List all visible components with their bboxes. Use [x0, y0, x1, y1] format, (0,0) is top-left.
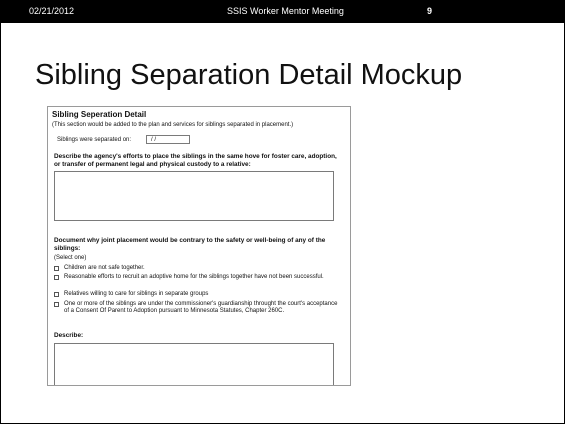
checkbox[interactable]	[54, 302, 59, 307]
form-note: (This section would be added to the plan…	[52, 122, 294, 128]
describe-label: Describe:	[54, 332, 84, 339]
describe-textarea[interactable]	[54, 343, 334, 385]
reason-option[interactable]: One or more of the siblings are under th…	[54, 301, 339, 315]
reason-option-label: Children are not safe together.	[64, 265, 145, 271]
slide: 02/21/2012 SSIS Worker Mentor Meeting 9 …	[0, 0, 565, 424]
separated-on-label: Siblings were separated on:	[57, 137, 132, 143]
reason-option[interactable]: Relatives willing to care for siblings i…	[54, 291, 339, 298]
efforts-question-label: Describe the agency's efforts to place t…	[54, 153, 337, 168]
checkbox[interactable]	[54, 292, 59, 297]
header-meeting-title: SSIS Worker Mentor Meeting	[227, 6, 344, 16]
slide-title: Sibling Separation Detail Mockup	[35, 59, 463, 91]
select-one-hint: (Select one)	[54, 255, 87, 261]
reason-option-label: Relatives willing to care for siblings i…	[64, 291, 209, 297]
slide-header-bar: 02/21/2012 SSIS Worker Mentor Meeting 9	[1, 1, 564, 23]
joint-placement-question-label: Document why joint placement would be co…	[54, 237, 326, 252]
separated-on-date-field[interactable]: / /	[146, 135, 190, 144]
checkbox[interactable]	[54, 266, 59, 271]
checkbox[interactable]	[54, 275, 59, 280]
reason-option-label: Reasonable efforts to recruit an adoptiv…	[64, 274, 324, 280]
reason-option[interactable]: Children are not safe together.	[54, 265, 339, 272]
form-title: Sibling Seperation Detail	[52, 110, 147, 119]
header-date: 02/21/2012	[29, 6, 75, 16]
reason-option-label: One or more of the siblings are under th…	[64, 301, 338, 314]
efforts-textarea[interactable]	[54, 171, 334, 221]
mockup-form-panel: Sibling Seperation Detail (This section …	[47, 106, 351, 386]
header-page-number: 9	[427, 6, 433, 16]
reason-option[interactable]: Reasonable efforts to recruit an adoptiv…	[54, 274, 339, 281]
